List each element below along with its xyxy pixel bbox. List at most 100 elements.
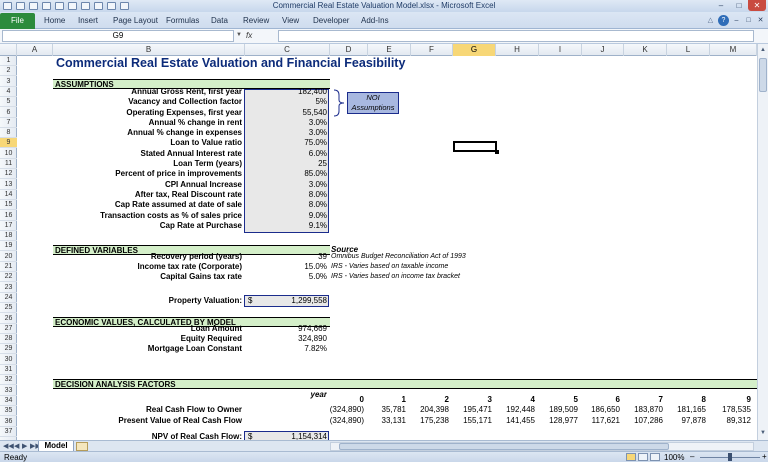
row-header-30[interactable]: 30	[0, 355, 17, 365]
column-header-j[interactable]: J	[582, 44, 624, 56]
assumption-value[interactable]: 55,540	[247, 108, 327, 118]
assumption-value[interactable]: 9.0%	[247, 211, 327, 221]
minimize-icon[interactable]: –	[712, 0, 730, 11]
zoom-slider-thumb[interactable]	[728, 453, 732, 461]
insert-sheet-icon[interactable]	[76, 442, 88, 451]
tab-review[interactable]: Review	[243, 16, 269, 25]
row-header-17[interactable]: 17	[0, 221, 17, 231]
tab-developer[interactable]: Developer	[313, 16, 349, 25]
tab-formulas[interactable]: Formulas	[166, 16, 199, 25]
assumption-value[interactable]: 8.0%	[247, 200, 327, 210]
horizontal-scrollbar[interactable]	[330, 442, 754, 451]
tab-view[interactable]: View	[282, 16, 299, 25]
row-header-21[interactable]: 21	[0, 262, 17, 272]
row-header-18[interactable]: 18	[0, 231, 17, 241]
maximize-icon[interactable]: □	[730, 0, 748, 11]
help-icon[interactable]: ?	[718, 15, 729, 26]
close-icon[interactable]: ✕	[748, 0, 766, 11]
tab-add-ins[interactable]: Add-Ins	[361, 16, 389, 25]
property-valuation-value[interactable]: 1,299,558	[257, 296, 327, 306]
name-box[interactable]: G9	[2, 30, 234, 42]
column-header-e[interactable]: E	[368, 44, 411, 56]
row-header-1[interactable]: 1	[0, 56, 17, 66]
assumption-value[interactable]: 6.0%	[247, 149, 327, 159]
row-header-9[interactable]: 9	[0, 138, 17, 148]
row-header-28[interactable]: 28	[0, 334, 17, 344]
active-cell-selection[interactable]	[453, 141, 499, 154]
normal-view-icon[interactable]	[626, 453, 636, 461]
column-header-l[interactable]: L	[667, 44, 710, 56]
row-header-37[interactable]: 37	[0, 427, 17, 437]
scroll-down-icon[interactable]: ▼	[758, 428, 768, 438]
assumption-value[interactable]: 5%	[247, 97, 327, 107]
column-header-g[interactable]: G	[453, 44, 496, 56]
assumption-value[interactable]: 3.0%	[247, 128, 327, 138]
assumption-value[interactable]: 85.0%	[247, 169, 327, 179]
row-header-12[interactable]: 12	[0, 169, 17, 179]
zoom-in-icon[interactable]: +	[762, 452, 767, 461]
row-header-22[interactable]: 22	[0, 272, 17, 282]
column-header-m[interactable]: M	[710, 44, 757, 56]
variable-value[interactable]: 5.0%	[247, 272, 327, 282]
row-header-32[interactable]: 32	[0, 375, 17, 385]
row-header-13[interactable]: 13	[0, 180, 17, 190]
row-header-27[interactable]: 27	[0, 324, 17, 334]
row-header-15[interactable]: 15	[0, 200, 17, 210]
assumption-value[interactable]: 182,400	[247, 87, 327, 97]
row-header-19[interactable]: 19	[0, 241, 17, 251]
row-header-20[interactable]: 20	[0, 252, 17, 262]
variable-value[interactable]: 15.0%	[247, 262, 327, 272]
row-header-35[interactable]: 35	[0, 406, 17, 416]
row-header-11[interactable]: 11	[0, 159, 17, 169]
assumption-value[interactable]: 3.0%	[247, 118, 327, 128]
row-header-6[interactable]: 6	[0, 108, 17, 118]
select-all-corner[interactable]	[0, 44, 17, 56]
row-header-5[interactable]: 5	[0, 97, 17, 107]
row-header-16[interactable]: 16	[0, 211, 17, 221]
tab-insert[interactable]: Insert	[78, 16, 98, 25]
assumption-value[interactable]: 3.0%	[247, 180, 327, 190]
scroll-up-icon[interactable]: ▲	[758, 45, 768, 55]
row-header-8[interactable]: 8	[0, 128, 17, 138]
column-header-f[interactable]: F	[411, 44, 453, 56]
formula-input[interactable]	[278, 30, 754, 42]
page-break-view-icon[interactable]	[650, 453, 660, 461]
assumption-value[interactable]: 8.0%	[247, 190, 327, 200]
worksheet-grid[interactable]: Commercial Real Estate Valuation and Fin…	[17, 56, 757, 440]
page-layout-view-icon[interactable]	[638, 453, 648, 461]
column-header-h[interactable]: H	[496, 44, 539, 56]
column-header-a[interactable]: A	[17, 44, 53, 56]
row-header-3[interactable]: 3	[0, 77, 17, 87]
row-header-29[interactable]: 29	[0, 344, 17, 354]
column-header-c[interactable]: C	[245, 44, 330, 56]
horizontal-scroll-thumb[interactable]	[339, 443, 669, 450]
assumption-value[interactable]: 75.0%	[247, 138, 327, 148]
row-header-31[interactable]: 31	[0, 365, 17, 375]
file-tab[interactable]: File	[0, 13, 35, 29]
zoom-out-icon[interactable]: –	[690, 452, 694, 461]
column-header-d[interactable]: D	[330, 44, 368, 56]
column-header-b[interactable]: B	[53, 44, 245, 56]
row-header-7[interactable]: 7	[0, 118, 17, 128]
vertical-scrollbar[interactable]: ▲ ▼	[757, 44, 768, 440]
vertical-scroll-thumb[interactable]	[759, 58, 767, 92]
workbook-restore-icon[interactable]: □	[743, 15, 754, 26]
tab-data[interactable]: Data	[211, 16, 228, 25]
row-header-4[interactable]: 4	[0, 87, 17, 97]
assumption-value[interactable]: 25	[247, 159, 327, 169]
row-header-33[interactable]: 33	[0, 386, 17, 396]
zoom-level[interactable]: 100%	[664, 453, 684, 462]
tab-home[interactable]: Home	[44, 16, 65, 25]
row-header-2[interactable]: 2	[0, 66, 17, 76]
assumption-value[interactable]: 9.1%	[247, 221, 327, 231]
column-header-k[interactable]: K	[624, 44, 667, 56]
column-header-i[interactable]: I	[539, 44, 582, 56]
row-header-14[interactable]: 14	[0, 190, 17, 200]
chevron-down-icon[interactable]: ▼	[236, 32, 242, 38]
tab-page-layout[interactable]: Page Layout	[113, 16, 158, 25]
row-header-24[interactable]: 24	[0, 293, 17, 303]
workbook-close-icon[interactable]: ✕	[755, 15, 766, 26]
minimize-ribbon-icon[interactable]: △	[705, 15, 716, 26]
insert-function-icon[interactable]: fx	[246, 30, 276, 42]
row-header-34[interactable]: 34	[0, 396, 17, 406]
